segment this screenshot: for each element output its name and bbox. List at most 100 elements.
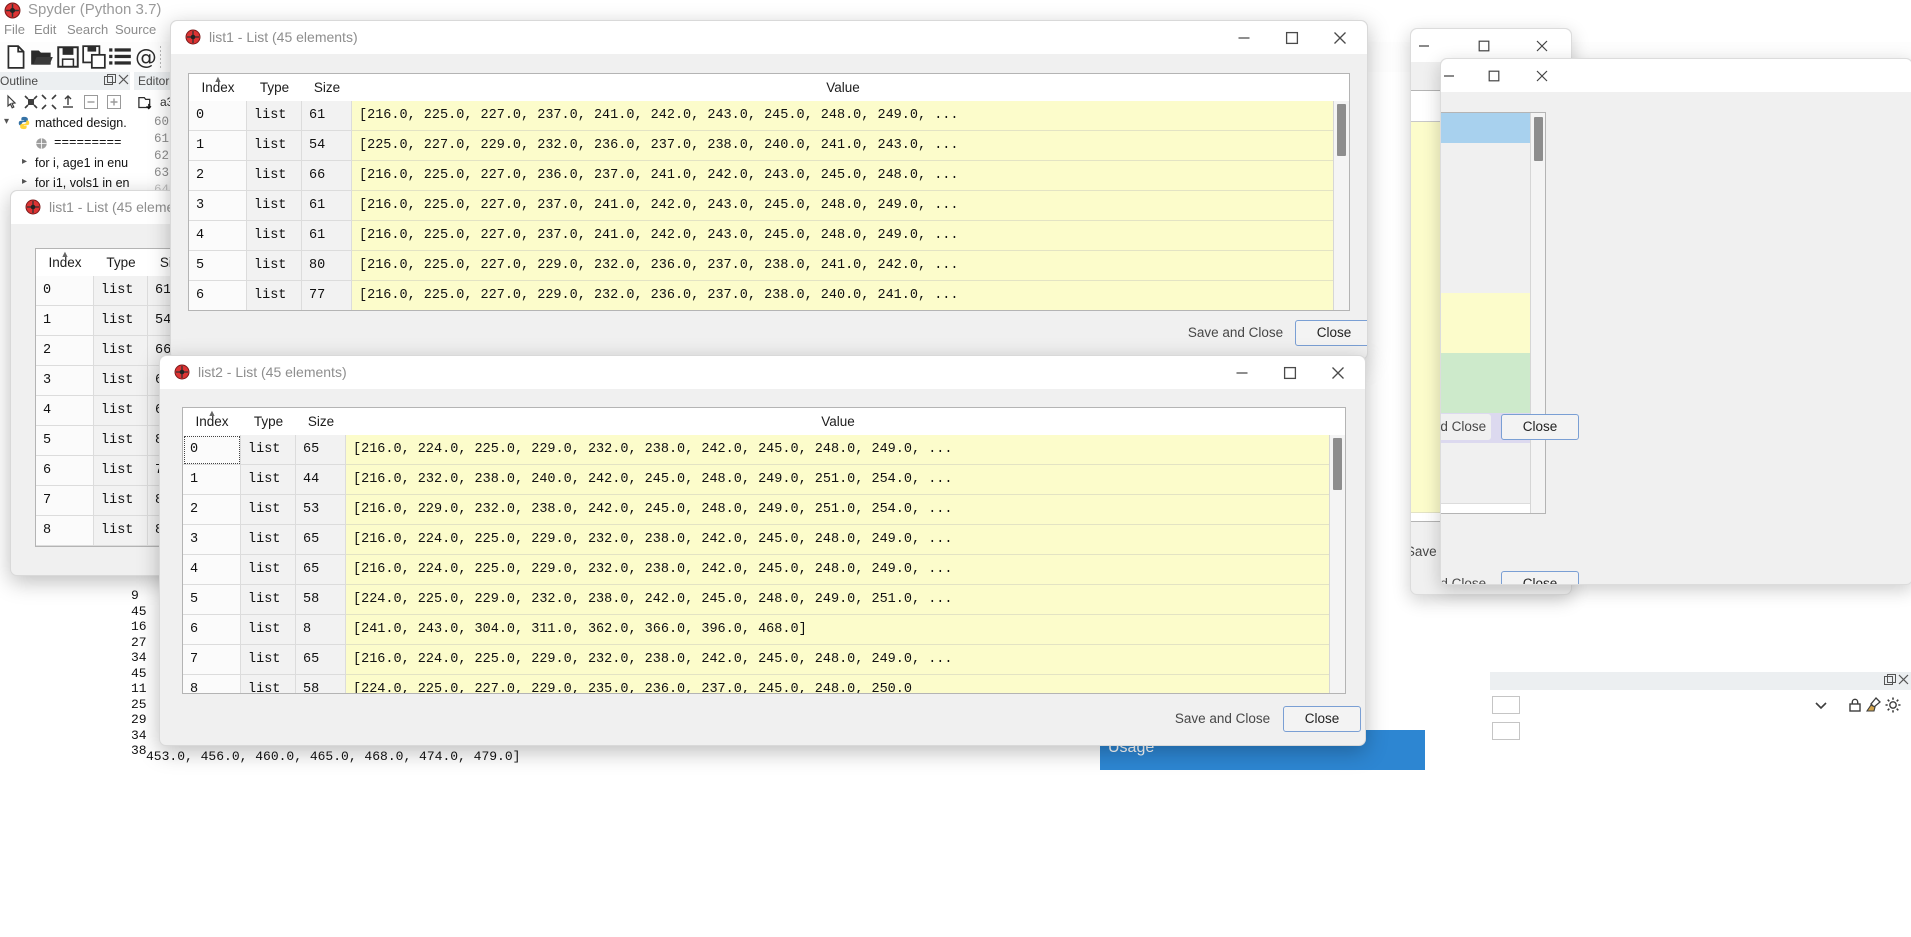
table-row[interactable]: 8 list 58 [224.0, 225.0, 227.0, 229.0, 235.…	[183, 675, 1329, 693]
close-button-labelled[interactable]: Close	[1501, 571, 1579, 584]
cell-size[interactable]: 61	[302, 101, 352, 131]
close-button-labelled[interactable]: Close	[1501, 414, 1579, 440]
cell-value[interactable]: [224.0, 225.0, 227.0, 229.0, 235.0, 236.…	[346, 675, 1329, 693]
chevron-down-icon[interactable]	[1812, 696, 1830, 714]
cell-type[interactable]: list	[247, 281, 302, 310]
table-row[interactable]: 3 list 61 [216.0, 225.0, 227.0, 237.0, 241.…	[189, 191, 1333, 221]
cell-index[interactable]: 8	[36, 516, 94, 546]
save-and-close-button[interactable]: Save and Close	[1441, 414, 1491, 440]
go-to-cursor-icon[interactable]	[60, 94, 76, 110]
minimize-button[interactable]	[1221, 21, 1267, 54]
new-file-icon[interactable]	[3, 44, 29, 70]
cell-size[interactable]: 65	[296, 435, 346, 465]
cell-type[interactable]: list	[94, 276, 148, 306]
expand-all-icon[interactable]	[41, 94, 57, 110]
column-header-size[interactable]: Size	[302, 74, 353, 101]
table-row[interactable]: 0 list 61 [216.0, 225.0, 227.0, 237.0, 241.…	[189, 101, 1333, 131]
close-button-labelled[interactable]: Close	[1295, 320, 1367, 346]
save-all-icon[interactable]	[81, 44, 107, 70]
cell-type[interactable]: list	[241, 615, 296, 645]
table-row[interactable]: 2 list 66 [216.0, 225.0, 227.0, 236.0, 237.…	[189, 161, 1333, 191]
table-row[interactable]: 1 list 44 [216.0, 232.0, 238.0, 240.0, 242.…	[183, 465, 1329, 495]
table-row[interactable]	[1441, 203, 1530, 234]
cell-value[interactable]: [216.0, 224.0, 225.0, 229.0, 232.0, 238.…	[346, 645, 1329, 675]
cell-index[interactable]: 7	[183, 645, 241, 675]
cell-type[interactable]: list	[94, 426, 148, 456]
cell-index[interactable]: 5	[189, 251, 247, 281]
cell-index[interactable]: 3	[189, 191, 247, 221]
table-row[interactable]	[1441, 293, 1530, 324]
cell-value[interactable]: [216.0, 224.0, 225.0, 229.0, 232.0, 238.…	[346, 525, 1329, 555]
table-row[interactable]	[1441, 143, 1530, 174]
table-row[interactable]: 7 list 65 [216.0, 224.0, 225.0, 229.0, 232.…	[183, 645, 1329, 675]
chevron-right-icon[interactable]: ▸	[22, 176, 27, 187]
cell-type[interactable]: list	[94, 516, 148, 546]
scrollbar-thumb[interactable]	[1337, 104, 1346, 156]
cell-size[interactable]: 65	[296, 645, 346, 675]
cell-index[interactable]: 2	[36, 336, 94, 366]
outline-item-1[interactable]: =========	[0, 134, 132, 154]
cell-size[interactable]: 8	[296, 615, 346, 645]
table-row[interactable]: 5 list 80 [216.0, 225.0, 227.0, 229.0, 232.…	[189, 251, 1333, 281]
column-header-size[interactable]: Size	[296, 408, 347, 435]
table-row[interactable]: 6 list 8 [241.0, 243.0, 304.0, 311.0, 362.0…	[183, 615, 1329, 645]
close-button[interactable]	[1317, 21, 1363, 54]
undock-icon[interactable]	[104, 74, 116, 89]
cell-type[interactable]: list	[247, 101, 302, 131]
save-and-close-button[interactable]: Save and Close	[1183, 320, 1288, 346]
cell-type[interactable]: list	[241, 675, 296, 693]
cell-type[interactable]: list	[94, 486, 148, 516]
close-button[interactable]	[1315, 356, 1361, 389]
table-row[interactable]	[1441, 473, 1530, 504]
cell-type[interactable]: list	[94, 336, 148, 366]
cursor-icon[interactable]	[4, 94, 20, 110]
cell-size[interactable]: 77	[302, 281, 352, 310]
save-file-icon[interactable]	[55, 44, 81, 70]
cell-index[interactable]: 0	[36, 276, 94, 306]
cell-type[interactable]: list	[241, 525, 296, 555]
cell-index[interactable]: 5	[183, 585, 241, 615]
list-icon[interactable]	[107, 44, 133, 70]
table-row[interactable]: 3 list 65 [216.0, 224.0, 225.0, 229.0, 232.…	[183, 525, 1329, 555]
list2-dialog[interactable]: list2 - List (45 elements) ▲ Index Type …	[159, 355, 1366, 746]
cell-type[interactable]: list	[241, 585, 296, 615]
cell-size[interactable]: 58	[296, 585, 346, 615]
close-icon[interactable]	[1898, 673, 1909, 688]
gear-icon[interactable]	[1884, 696, 1902, 714]
cell-value[interactable]: [241.0, 243.0, 304.0, 311.0, 362.0, 366.…	[346, 615, 1329, 645]
expand-selection-icon[interactable]	[106, 94, 122, 110]
menu-search[interactable]: Search	[67, 22, 108, 37]
table-row-selected[interactable]	[1441, 113, 1530, 144]
cell-size[interactable]: 53	[296, 495, 346, 525]
table-row[interactable]	[1441, 263, 1530, 294]
cell-value[interactable]: [216.0, 225.0, 227.0, 229.0, 232.0, 236.…	[352, 281, 1333, 310]
collapse-selection-icon[interactable]	[83, 94, 99, 110]
cell-value[interactable]: [216.0, 229.0, 232.0, 238.0, 242.0, 245.…	[346, 495, 1329, 525]
cell-type[interactable]: list	[247, 251, 302, 281]
cell-value[interactable]: [216.0, 232.0, 238.0, 240.0, 242.0, 245.…	[346, 465, 1329, 495]
undock-icon[interactable]	[1884, 674, 1896, 689]
close-icon[interactable]	[118, 73, 129, 88]
cell-value[interactable]: [216.0, 225.0, 227.0, 237.0, 241.0, 242.…	[352, 101, 1333, 131]
cell-value[interactable]: [225.0, 227.0, 229.0, 232.0, 236.0, 237.…	[352, 131, 1333, 161]
cell-index[interactable]: 2	[189, 161, 247, 191]
scrollbar-thumb[interactable]	[1333, 438, 1342, 490]
minimize-button[interactable]	[1219, 356, 1265, 389]
cell-value[interactable]: [216.0, 225.0, 227.0, 236.0, 237.0, 241.…	[352, 161, 1333, 191]
cell-index[interactable]: 6	[183, 615, 241, 645]
outline-item-0[interactable]: ▾ mathced design.	[0, 114, 132, 134]
table-row[interactable]: 2 list 53 [216.0, 229.0, 232.0, 238.0, 242.…	[183, 495, 1329, 525]
cell-size[interactable]: 61	[302, 221, 352, 251]
cell-type[interactable]: list	[241, 645, 296, 675]
cell-type[interactable]: list	[247, 191, 302, 221]
open-file-icon[interactable]	[29, 44, 55, 70]
cell-value[interactable]: [224.0, 225.0, 229.0, 232.0, 238.0, 242.…	[346, 585, 1329, 615]
background-table-2[interactable]	[1441, 112, 1546, 514]
close-button-labelled[interactable]: Close	[1283, 706, 1361, 732]
column-header-index[interactable]: ▲ Index	[189, 74, 248, 101]
cell-index[interactable]: 1	[189, 131, 247, 161]
cell-index[interactable]: 2	[183, 495, 241, 525]
cell-size[interactable]: 80	[302, 251, 352, 281]
cell-index[interactable]: 4	[36, 396, 94, 426]
menu-source[interactable]: Source	[115, 22, 156, 37]
